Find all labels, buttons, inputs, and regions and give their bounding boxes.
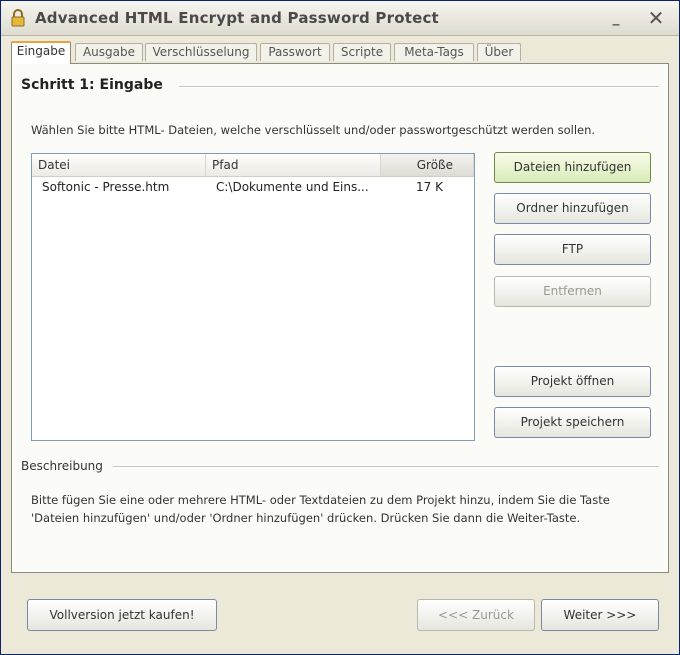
column-header-file[interactable]: Datei — [32, 154, 206, 176]
ftp-button[interactable]: FTP — [494, 234, 651, 265]
description-label: Beschreibung — [21, 459, 103, 473]
save-project-button[interactable]: Projekt speichern — [494, 407, 651, 438]
buy-full-version-button[interactable]: Vollversion jetzt kaufen! — [27, 599, 217, 631]
table-row[interactable]: Softonic - Presse.htm C:\Dokumente und E… — [32, 178, 474, 196]
tab-verschluesselung[interactable]: Verschlüsselung — [145, 43, 257, 61]
add-folder-button[interactable]: Ordner hinzufügen — [494, 193, 651, 224]
cell-path: C:\Dokumente und Eins... — [216, 180, 369, 194]
file-list-header: Datei Pfad Größe — [32, 154, 474, 177]
close-button[interactable]: ✕ — [645, 8, 667, 28]
back-button[interactable]: <<< Zurück — [417, 599, 535, 631]
description-text: Bitte fügen Sie eine oder mehrere HTML- … — [31, 493, 610, 525]
tab-meta-tags[interactable]: Meta-Tags — [394, 43, 474, 61]
tab-ausgabe[interactable]: Ausgabe — [75, 43, 143, 61]
title-bar[interactable]: Advanced HTML Encrypt and Password Prote… — [1, 1, 679, 36]
minimize-button[interactable]: _ — [605, 8, 627, 28]
column-header-path[interactable]: Pfad — [206, 154, 381, 176]
file-list[interactable]: Datei Pfad Größe Softonic - Presse.htm C… — [31, 153, 475, 441]
step-title: Schritt 1: Eingabe — [21, 77, 163, 93]
cell-size: 17 K — [416, 180, 443, 194]
instruction-text: Wählen Sie bitte HTML- Dateien, welche v… — [31, 123, 596, 137]
lock-icon — [11, 9, 25, 27]
step-divider — [179, 86, 659, 88]
tab-eingabe[interactable]: Eingabe — [11, 41, 71, 64]
window-title: Advanced HTML Encrypt and Password Prote… — [35, 9, 439, 27]
column-header-size[interactable]: Größe — [381, 154, 474, 176]
tab-passwort[interactable]: Passwort — [260, 43, 330, 61]
tab-ueber[interactable]: Über — [477, 43, 521, 61]
description-divider — [113, 466, 659, 468]
app-window: Advanced HTML Encrypt and Password Prote… — [0, 0, 680, 655]
remove-button[interactable]: Entfernen — [494, 276, 651, 307]
add-files-button[interactable]: Dateien hinzufügen — [494, 152, 651, 183]
cell-file: Softonic - Presse.htm — [42, 180, 170, 194]
tab-scripte[interactable]: Scripte — [333, 43, 391, 61]
open-project-button[interactable]: Projekt öffnen — [494, 366, 651, 397]
next-button[interactable]: Weiter >>> — [541, 599, 659, 631]
